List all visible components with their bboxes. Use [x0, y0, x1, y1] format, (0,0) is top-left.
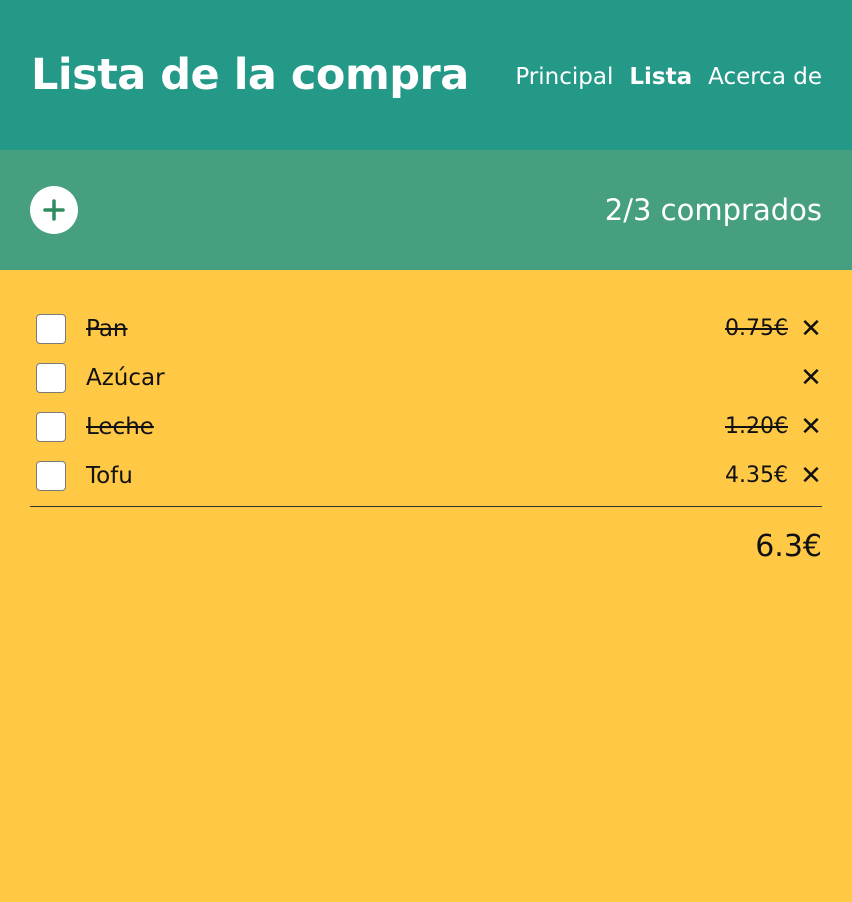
plus-icon [43, 199, 65, 221]
nav-link-lista[interactable]: Lista [629, 64, 692, 90]
remove-icon[interactable]: ✕ [800, 365, 822, 391]
item-checkbox[interactable] [36, 313, 66, 344]
remove-icon[interactable]: ✕ [800, 316, 822, 342]
item-name: Tofu [86, 462, 133, 489]
item-price: 0.75€ [725, 316, 788, 341]
item-price: 1.20€ [725, 414, 788, 439]
page-title: Lista de la compra [31, 50, 469, 100]
list-item: Leche 1.20€ ✕ [30, 402, 822, 451]
list-item: Azúcar ✕ [30, 353, 822, 402]
shopping-list: Pan 0.75€ ✕ Azúcar ✕ Leche 1.20€ ✕ Tofu … [0, 270, 852, 564]
app-header: Lista de la compra Principal Lista Acerc… [0, 0, 852, 150]
main-nav: Principal Lista Acerca de [515, 64, 822, 90]
bought-counter: 2/3 comprados [604, 193, 822, 227]
list-toolbar: 2/3 comprados [0, 150, 852, 270]
total-price: 6.3€ [755, 529, 822, 564]
add-item-button[interactable] [30, 186, 78, 234]
item-checkbox[interactable] [36, 460, 66, 491]
remove-icon[interactable]: ✕ [800, 463, 822, 489]
item-name: Pan [86, 315, 128, 342]
item-name: Leche [86, 413, 154, 440]
list-item: Tofu 4.35€ ✕ [30, 451, 822, 500]
list-item: Pan 0.75€ ✕ [30, 304, 822, 353]
list-divider [30, 506, 822, 507]
item-name: Azúcar [86, 364, 165, 391]
item-price: 4.35€ [725, 463, 788, 488]
nav-link-principal[interactable]: Principal [515, 64, 613, 90]
remove-icon[interactable]: ✕ [800, 414, 822, 440]
item-checkbox[interactable] [36, 362, 66, 393]
nav-link-acerca-de[interactable]: Acerca de [708, 64, 822, 90]
item-checkbox[interactable] [36, 411, 66, 442]
